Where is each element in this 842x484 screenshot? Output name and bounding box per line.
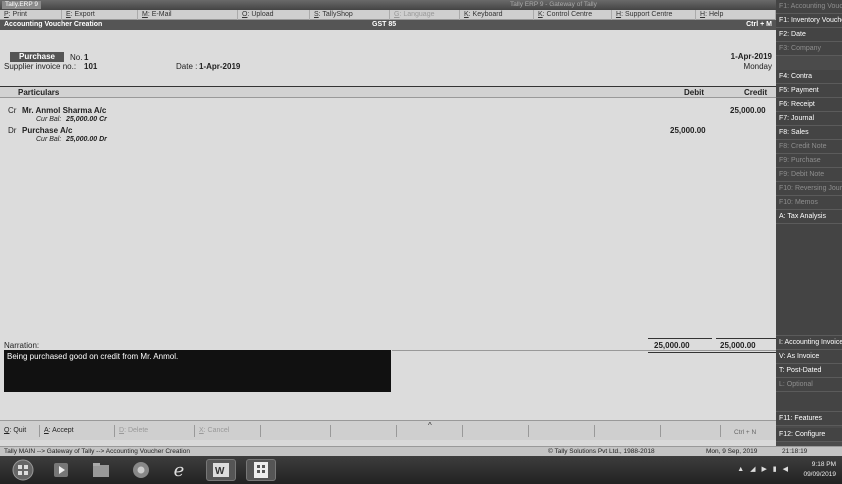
total-debit-line bbox=[648, 338, 712, 339]
voucher-type-badge[interactable]: Purchase bbox=[10, 52, 64, 62]
title-bar: Tally.ERP 9 Tally ERP 9 - Gateway of Tal… bbox=[0, 0, 842, 10]
voucher-number: 1 bbox=[84, 53, 89, 62]
menu-export[interactable]: E: Export bbox=[62, 10, 138, 20]
side-button-date[interactable]: F2: Date bbox=[776, 28, 842, 42]
entry-balance-label: Cur Bal: bbox=[36, 116, 62, 123]
supplier-invoice-field[interactable]: 101 bbox=[84, 62, 97, 71]
entry-balance: 25,000.00 Cr bbox=[66, 116, 107, 123]
clock-time: 9:18 PM bbox=[811, 461, 836, 468]
menu-keyboard[interactable]: K: Keyboard bbox=[460, 10, 534, 20]
narration-input[interactable]: Being purchased good on credit from Mr. … bbox=[4, 350, 391, 392]
top-menu-bar: P: Print E: Export M: E-Mail O: Upload S… bbox=[0, 10, 776, 20]
menu-help[interactable]: H: Help bbox=[696, 10, 776, 20]
voucher-day: Monday bbox=[743, 62, 772, 71]
total-debit: 25,000.00 bbox=[654, 341, 690, 350]
start-button[interactable] bbox=[8, 459, 38, 481]
narration-right-area bbox=[392, 350, 776, 420]
menu-support-centre[interactable]: H: Support Centre bbox=[612, 10, 696, 20]
voucher-shortcut: Ctrl + M bbox=[746, 21, 772, 28]
company-name: GST 85 bbox=[372, 21, 397, 28]
status-bar: Tally MAIN --> Gateway of Tally --> Acco… bbox=[0, 446, 842, 456]
side-button-journal[interactable]: F7: Journal bbox=[776, 112, 842, 126]
cancel-button[interactable]: X: Cancel bbox=[195, 425, 261, 437]
entry-drcr: Dr bbox=[8, 126, 17, 135]
file-explorer-icon[interactable] bbox=[86, 459, 116, 481]
col-particulars: Particulars bbox=[18, 88, 60, 97]
side-button-as-invoice[interactable]: V: As Invoice bbox=[776, 350, 842, 364]
menu-upload[interactable]: O: Upload bbox=[238, 10, 310, 20]
side-button-tax-analysis[interactable]: A: Tax Analysis bbox=[776, 210, 842, 224]
side-button-accounting-vouchers[interactable]: F1: Accounting Vouchers bbox=[776, 0, 842, 14]
entry-account[interactable]: Mr. Anmol Sharma A/c bbox=[22, 106, 106, 115]
total-credit: 25,000.00 bbox=[720, 341, 756, 350]
menu-tallyshop[interactable]: S: TallyShop bbox=[310, 10, 390, 20]
entry-account[interactable]: Purchase A/c bbox=[22, 126, 72, 135]
word-icon[interactable]: W bbox=[206, 459, 236, 481]
side-button-reversing-journal[interactable]: F10: Reversing Journal bbox=[776, 182, 842, 196]
delete-button[interactable]: D: Delete bbox=[115, 425, 195, 437]
menu-email[interactable]: M: E-Mail bbox=[138, 10, 238, 20]
total-credit-line bbox=[716, 338, 776, 339]
right-button-panel: F1: Accounting Vouchers F1: Inventory Vo… bbox=[776, 0, 842, 460]
svg-text:W: W bbox=[215, 466, 225, 477]
side-button-debit-note[interactable]: F9: Debit Note bbox=[776, 168, 842, 182]
internet-explorer-icon[interactable]: e bbox=[164, 459, 194, 481]
scroll-up-icon[interactable]: ^ bbox=[428, 421, 432, 430]
entry-credit-amount[interactable]: 25,000.00 bbox=[730, 106, 766, 115]
narration-label: Narration: bbox=[4, 341, 40, 350]
side-button-receipt[interactable]: F6: Receipt bbox=[776, 98, 842, 112]
chrome-icon[interactable] bbox=[126, 459, 156, 481]
accept-button[interactable]: A: Accept bbox=[40, 425, 115, 437]
supplier-invoice-label: Supplier invoice no.: bbox=[4, 62, 77, 71]
side-button-post-dated[interactable]: T: Post-Dated bbox=[776, 364, 842, 378]
quit-button[interactable]: Q: Quit bbox=[0, 425, 40, 437]
voucher-number-label: No. bbox=[70, 53, 83, 62]
entry-debit-amount[interactable]: 25,000.00 bbox=[670, 126, 706, 135]
side-button-memos[interactable]: F10: Memos bbox=[776, 196, 842, 210]
tally-icon[interactable] bbox=[246, 459, 276, 481]
entry-balance: 25,000.00 Dr bbox=[66, 136, 107, 143]
entry-balance-label: Cur Bal: bbox=[36, 136, 62, 143]
windows-logo-icon bbox=[12, 459, 34, 481]
menu-language[interactable]: G: Language bbox=[390, 10, 460, 20]
media-player-icon[interactable] bbox=[46, 459, 76, 481]
voucher-header-bar: Accounting Voucher Creation GST 85 Ctrl … bbox=[0, 20, 776, 30]
col-debit: Debit bbox=[684, 88, 704, 97]
side-button-company[interactable]: F3: Company bbox=[776, 42, 842, 56]
col-credit: Credit bbox=[744, 88, 768, 97]
side-button-features[interactable]: F11: Features bbox=[776, 412, 842, 426]
side-button-credit-note[interactable]: F8: Credit Note bbox=[776, 140, 842, 154]
side-button-inventory-vouchers[interactable]: F1: Inventory Vouchers bbox=[776, 14, 842, 28]
side-button-sales[interactable]: F8: Sales bbox=[776, 126, 842, 140]
side-button-configure[interactable]: F12: Configure bbox=[776, 428, 842, 442]
side-button-purchase[interactable]: F9: Purchase bbox=[776, 154, 842, 168]
bottom-button-bar: Q: Quit A: Accept D: Delete X: Cancel Ct… bbox=[0, 420, 776, 440]
date-field[interactable]: 1-Apr-2019 bbox=[199, 62, 240, 71]
side-button-contra[interactable]: F4: Contra bbox=[776, 70, 842, 84]
menu-control-centre[interactable]: K: Control Centre bbox=[534, 10, 612, 20]
app-title: Tally.ERP 9 bbox=[2, 1, 41, 9]
entry-drcr: Cr bbox=[8, 106, 17, 115]
taskbar: e W ▲ ◢ ▶ ▮ ◀ 9:18 PM 09/09/2019 bbox=[0, 456, 842, 484]
taskbar-clock[interactable]: 9:18 PM 09/09/2019 bbox=[803, 460, 836, 480]
side-button-accounting-invoice[interactable]: I: Accounting Invoice bbox=[776, 336, 842, 350]
clock-date: 09/09/2019 bbox=[803, 471, 836, 478]
column-header: Particulars Debit Credit bbox=[0, 86, 776, 98]
system-tray-icons[interactable]: ▲ ◢ ▶ ▮ ◀ bbox=[737, 465, 790, 473]
date-label: Date : bbox=[176, 62, 198, 71]
voucher-body: Purchase No. 1 Supplier invoice no.: 101… bbox=[0, 30, 776, 420]
voucher-date-right: 1-Apr-2019 bbox=[730, 52, 772, 61]
bottom-shortcut: Ctrl + N bbox=[734, 429, 757, 436]
side-button-payment[interactable]: F5: Payment bbox=[776, 84, 842, 98]
side-button-optional[interactable]: L: Optional bbox=[776, 378, 842, 392]
menu-print[interactable]: P: Print bbox=[0, 10, 62, 20]
voucher-screen-title: Accounting Voucher Creation bbox=[4, 21, 103, 28]
window-center-title: Tally ERP 9 - Gateway of Tally bbox=[510, 1, 597, 8]
